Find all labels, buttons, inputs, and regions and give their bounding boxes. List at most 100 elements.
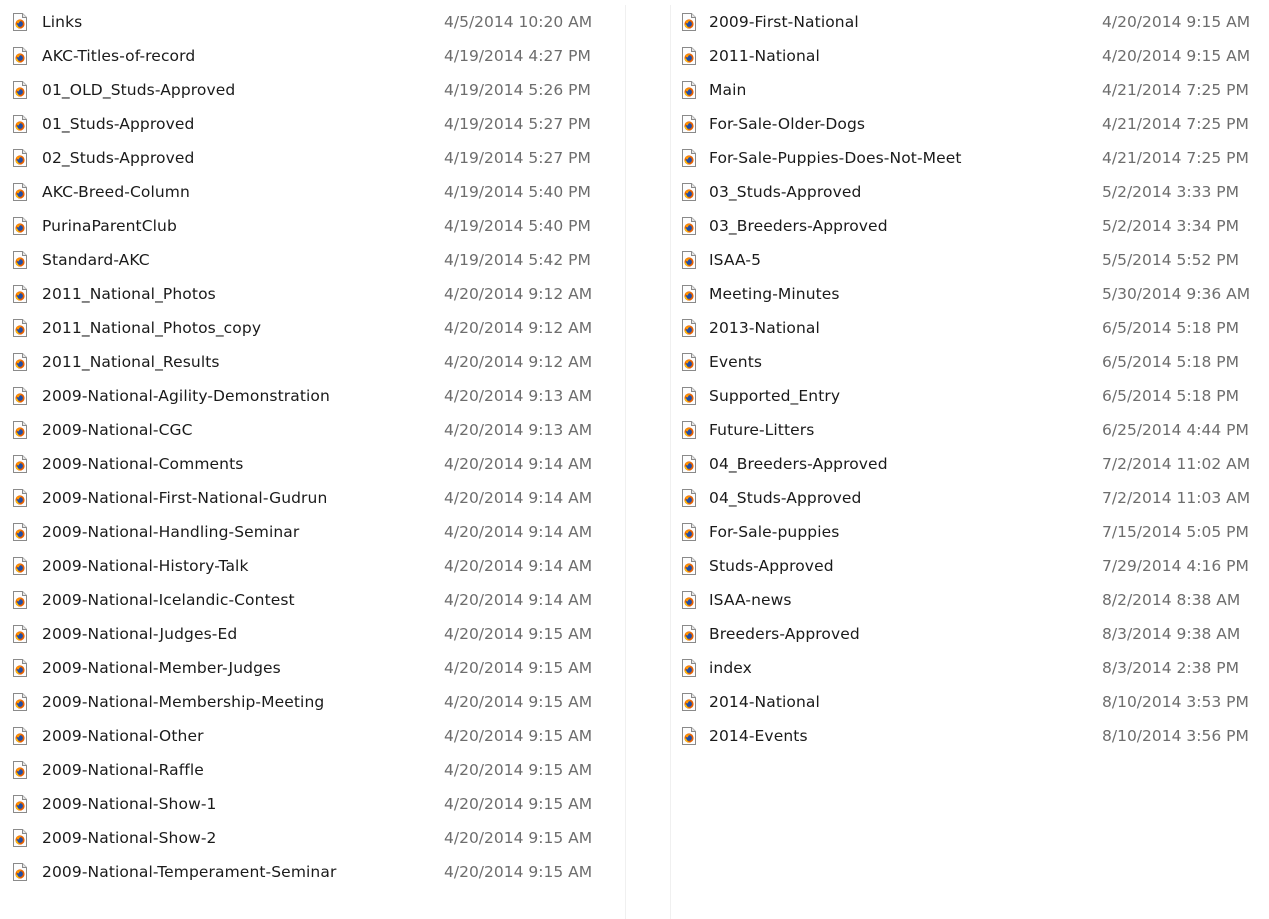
file-date-modified: 4/20/2014 9:15 AM	[444, 659, 593, 677]
file-name: 2013-National	[709, 319, 820, 337]
file-row[interactable]: 2011-National 4/20/2014 9:15 AM	[671, 39, 1269, 73]
file-row[interactable]: 2009-First-National 4/20/2014 9:15 AM	[671, 5, 1269, 39]
file-row[interactable]: 2009-National-History-Talk 4/20/2014 9:1…	[0, 549, 625, 583]
file-row[interactable]: For-Sale-Older-Dogs 4/21/2014 7:25 PM	[671, 107, 1269, 141]
file-date-modified: 4/20/2014 9:13 AM	[444, 421, 593, 439]
file-row[interactable]: 2009-National-First-National-Gudrun 4/20…	[0, 481, 625, 515]
file-row[interactable]: 2009-National-Other 4/20/2014 9:15 AM	[0, 719, 625, 753]
file-date-modified: 4/21/2014 7:25 PM	[1102, 81, 1249, 99]
file-date-modified: 4/21/2014 7:25 PM	[1102, 115, 1249, 133]
file-row[interactable]: For-Sale-puppies 7/15/2014 5:05 PM	[671, 515, 1269, 549]
file-row[interactable]: 2009-National-Show-1 4/20/2014 9:15 AM	[0, 787, 625, 821]
file-name: 01_OLD_Studs-Approved	[42, 81, 236, 99]
file-row[interactable]: 03_Studs-Approved 5/2/2014 3:33 PM	[671, 175, 1269, 209]
file-name: 2009-National-Membership-Meeting	[42, 693, 325, 711]
file-date-modified: 4/19/2014 5:40 PM	[444, 183, 591, 201]
file-row[interactable]: 04_Studs-Approved 7/2/2014 11:03 AM	[671, 481, 1269, 515]
firefox-html-document-icon	[12, 863, 28, 881]
file-row[interactable]: index 8/3/2014 2:38 PM	[671, 651, 1269, 685]
file-row[interactable]: 2009-National-Temperament-Seminar 4/20/2…	[0, 855, 625, 889]
file-row[interactable]: 2009-National-Comments 4/20/2014 9:14 AM	[0, 447, 625, 481]
firefox-html-document-icon	[12, 489, 28, 507]
file-row[interactable]: 2009-National-CGC 4/20/2014 9:13 AM	[0, 413, 625, 447]
file-row[interactable]: Supported_Entry 6/5/2014 5:18 PM	[671, 379, 1269, 413]
file-name: AKC-Titles-of-record	[42, 47, 196, 65]
file-name: AKC-Breed-Column	[42, 183, 190, 201]
file-date-modified: 7/15/2014 5:05 PM	[1102, 523, 1249, 541]
file-date-modified: 6/25/2014 4:44 PM	[1102, 421, 1249, 439]
file-date-modified: 8/2/2014 8:38 AM	[1102, 591, 1241, 609]
file-row[interactable]: Standard-AKC 4/19/2014 5:42 PM	[0, 243, 625, 277]
file-name: 2009-National-History-Talk	[42, 557, 249, 575]
firefox-html-document-icon	[12, 625, 28, 643]
file-date-modified: 4/20/2014 9:14 AM	[444, 489, 593, 507]
file-date-modified: 4/20/2014 9:14 AM	[444, 523, 593, 541]
file-row[interactable]: 2009-National-Raffle 4/20/2014 9:15 AM	[0, 753, 625, 787]
file-row[interactable]: Main 4/21/2014 7:25 PM	[671, 73, 1269, 107]
file-row[interactable]: Future-Litters 6/25/2014 4:44 PM	[671, 413, 1269, 447]
file-row[interactable]: For-Sale-Puppies-Does-Not-Meet 4/21/2014…	[671, 141, 1269, 175]
file-date-modified: 8/10/2014 3:53 PM	[1102, 693, 1249, 711]
file-row[interactable]: 2011_National_Photos 4/20/2014 9:12 AM	[0, 277, 625, 311]
file-row[interactable]: 02_Studs-Approved 4/19/2014 5:27 PM	[0, 141, 625, 175]
file-name: Events	[709, 353, 763, 371]
firefox-html-document-icon	[681, 149, 697, 167]
file-row[interactable]: 2009-National-Agility-Demonstration 4/20…	[0, 379, 625, 413]
file-date-modified: 7/2/2014 11:03 AM	[1102, 489, 1251, 507]
firefox-html-document-icon	[12, 81, 28, 99]
file-date-modified: 4/20/2014 9:15 AM	[444, 727, 593, 745]
file-name: 2009-National-Temperament-Seminar	[42, 863, 337, 881]
file-list-right: 2009-First-National 4/20/2014 9:15 AM 20…	[671, 5, 1269, 753]
file-date-modified: 7/29/2014 4:16 PM	[1102, 557, 1249, 575]
file-row[interactable]: AKC-Titles-of-record 4/19/2014 4:27 PM	[0, 39, 625, 73]
file-row[interactable]: AKC-Breed-Column 4/19/2014 5:40 PM	[0, 175, 625, 209]
file-row[interactable]: 2011_National_Photos_copy 4/20/2014 9:12…	[0, 311, 625, 345]
file-name: 2014-Events	[709, 727, 808, 745]
firefox-html-document-icon	[681, 285, 697, 303]
file-row[interactable]: 2009-National-Judges-Ed 4/20/2014 9:15 A…	[0, 617, 625, 651]
file-row[interactable]: 2009-National-Icelandic-Contest 4/20/201…	[0, 583, 625, 617]
firefox-html-document-icon	[12, 387, 28, 405]
file-date-modified: 4/19/2014 5:26 PM	[444, 81, 591, 99]
file-name: For-Sale-Puppies-Does-Not-Meet	[709, 149, 962, 167]
firefox-html-document-icon	[12, 523, 28, 541]
file-list-panel-right: 2009-First-National 4/20/2014 9:15 AM 20…	[670, 5, 1269, 919]
firefox-html-document-icon	[681, 455, 697, 473]
file-date-modified: 4/20/2014 9:12 AM	[444, 285, 593, 303]
file-row[interactable]: Events 6/5/2014 5:18 PM	[671, 345, 1269, 379]
file-name: Main	[709, 81, 747, 99]
file-row[interactable]: ISAA-5 5/5/2014 5:52 PM	[671, 243, 1269, 277]
file-row[interactable]: Meeting-Minutes 5/30/2014 9:36 AM	[671, 277, 1269, 311]
file-row[interactable]: 01_OLD_Studs-Approved 4/19/2014 5:26 PM	[0, 73, 625, 107]
file-row[interactable]: 04_Breeders-Approved 7/2/2014 11:02 AM	[671, 447, 1269, 481]
file-date-modified: 4/19/2014 4:27 PM	[444, 47, 591, 65]
file-row[interactable]: Breeders-Approved 8/3/2014 9:38 AM	[671, 617, 1269, 651]
file-row[interactable]: 01_Studs-Approved 4/19/2014 5:27 PM	[0, 107, 625, 141]
file-row[interactable]: 03_Breeders-Approved 5/2/2014 3:34 PM	[671, 209, 1269, 243]
file-row[interactable]: Links 4/5/2014 10:20 AM	[0, 5, 625, 39]
firefox-html-document-icon	[681, 523, 697, 541]
file-date-modified: 4/20/2014 9:13 AM	[444, 387, 593, 405]
file-row[interactable]: Studs-Approved 7/29/2014 4:16 PM	[671, 549, 1269, 583]
file-name: 2009-National-Icelandic-Contest	[42, 591, 295, 609]
file-row[interactable]: 2009-National-Membership-Meeting 4/20/20…	[0, 685, 625, 719]
file-name: Links	[42, 13, 83, 31]
file-name: 2014-National	[709, 693, 820, 711]
file-row[interactable]: 2011_National_Results 4/20/2014 9:12 AM	[0, 345, 625, 379]
file-name: For-Sale-puppies	[709, 523, 840, 541]
firefox-html-document-icon	[12, 319, 28, 337]
file-name: 2011-National	[709, 47, 820, 65]
file-row[interactable]: 2013-National 6/5/2014 5:18 PM	[671, 311, 1269, 345]
file-row[interactable]: PurinaParentClub 4/19/2014 5:40 PM	[0, 209, 625, 243]
file-date-modified: 5/5/2014 5:52 PM	[1102, 251, 1239, 269]
file-row[interactable]: 2009-National-Show-2 4/20/2014 9:15 AM	[0, 821, 625, 855]
file-row[interactable]: 2014-National 8/10/2014 3:53 PM	[671, 685, 1269, 719]
file-row[interactable]: 2009-National-Member-Judges 4/20/2014 9:…	[0, 651, 625, 685]
firefox-html-document-icon	[12, 795, 28, 813]
file-row[interactable]: 2009-National-Handling-Seminar 4/20/2014…	[0, 515, 625, 549]
firefox-html-document-icon	[681, 387, 697, 405]
file-list-panel-left: Links 4/5/2014 10:20 AM AKC-Titles-of-re…	[0, 5, 626, 919]
file-row[interactable]: ISAA-news 8/2/2014 8:38 AM	[671, 583, 1269, 617]
file-row[interactable]: 2014-Events 8/10/2014 3:56 PM	[671, 719, 1269, 753]
file-date-modified: 4/20/2014 9:14 AM	[444, 455, 593, 473]
